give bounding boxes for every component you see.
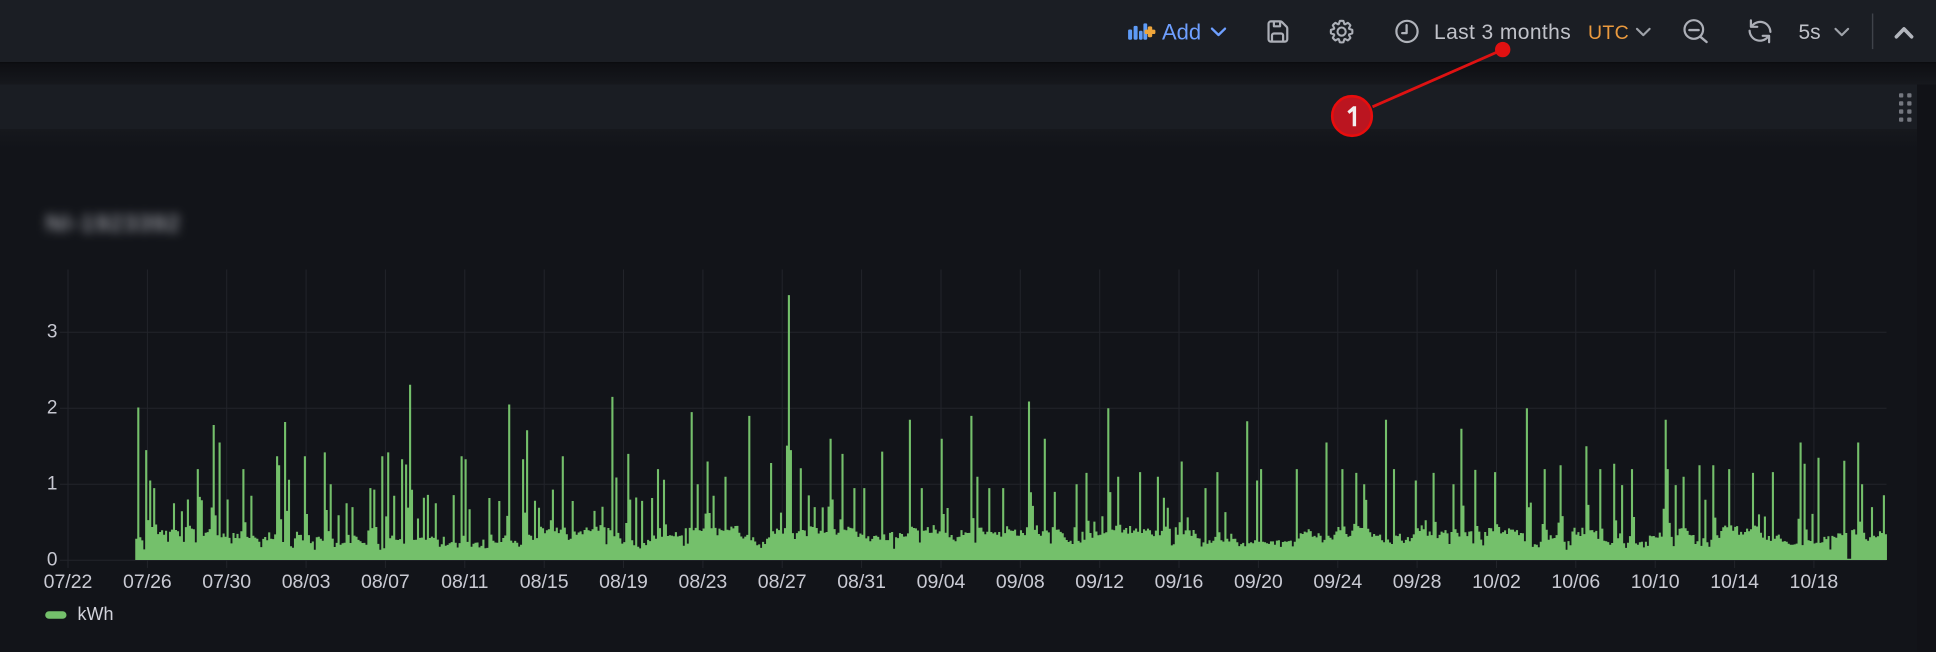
svg-text:08/19: 08/19: [599, 571, 648, 593]
svg-text:08/31: 08/31: [837, 571, 886, 593]
svg-text:3: 3: [47, 321, 58, 342]
svg-text:Add: Add: [1162, 20, 1201, 45]
svg-text:08/03: 08/03: [282, 571, 331, 593]
svg-text:2: 2: [47, 397, 58, 418]
svg-text:NI-1923392: NI-1923392: [46, 210, 181, 236]
svg-text:07/30: 07/30: [202, 571, 251, 593]
svg-text:09/24: 09/24: [1313, 571, 1362, 593]
svg-text:10/02: 10/02: [1472, 571, 1521, 593]
svg-text:10/14: 10/14: [1710, 571, 1759, 593]
svg-text:10/06: 10/06: [1551, 571, 1600, 593]
svg-text:kWh: kWh: [78, 604, 114, 624]
svg-text:07/26: 07/26: [123, 571, 172, 593]
svg-text:09/20: 09/20: [1234, 571, 1283, 593]
svg-text:08/07: 08/07: [361, 571, 410, 593]
svg-text:08/15: 08/15: [520, 571, 569, 593]
svg-text:09/16: 09/16: [1155, 571, 1204, 593]
svg-text:09/08: 09/08: [996, 571, 1045, 593]
svg-text:09/12: 09/12: [1075, 571, 1124, 593]
svg-text:10/18: 10/18: [1789, 571, 1838, 593]
svg-text:08/27: 08/27: [758, 571, 807, 593]
svg-text:0: 0: [47, 549, 58, 570]
svg-text:Last 3 months: Last 3 months: [1434, 21, 1571, 44]
svg-text:09/04: 09/04: [917, 571, 966, 593]
svg-text:08/23: 08/23: [678, 571, 727, 593]
svg-text:07/22: 07/22: [44, 571, 93, 593]
svg-text:1: 1: [47, 473, 58, 494]
svg-text:UTC: UTC: [1588, 22, 1629, 44]
svg-text:08/11: 08/11: [441, 571, 488, 593]
svg-text:10/10: 10/10: [1631, 571, 1680, 593]
svg-text:5s: 5s: [1799, 21, 1821, 44]
svg-text:09/28: 09/28: [1393, 571, 1442, 593]
